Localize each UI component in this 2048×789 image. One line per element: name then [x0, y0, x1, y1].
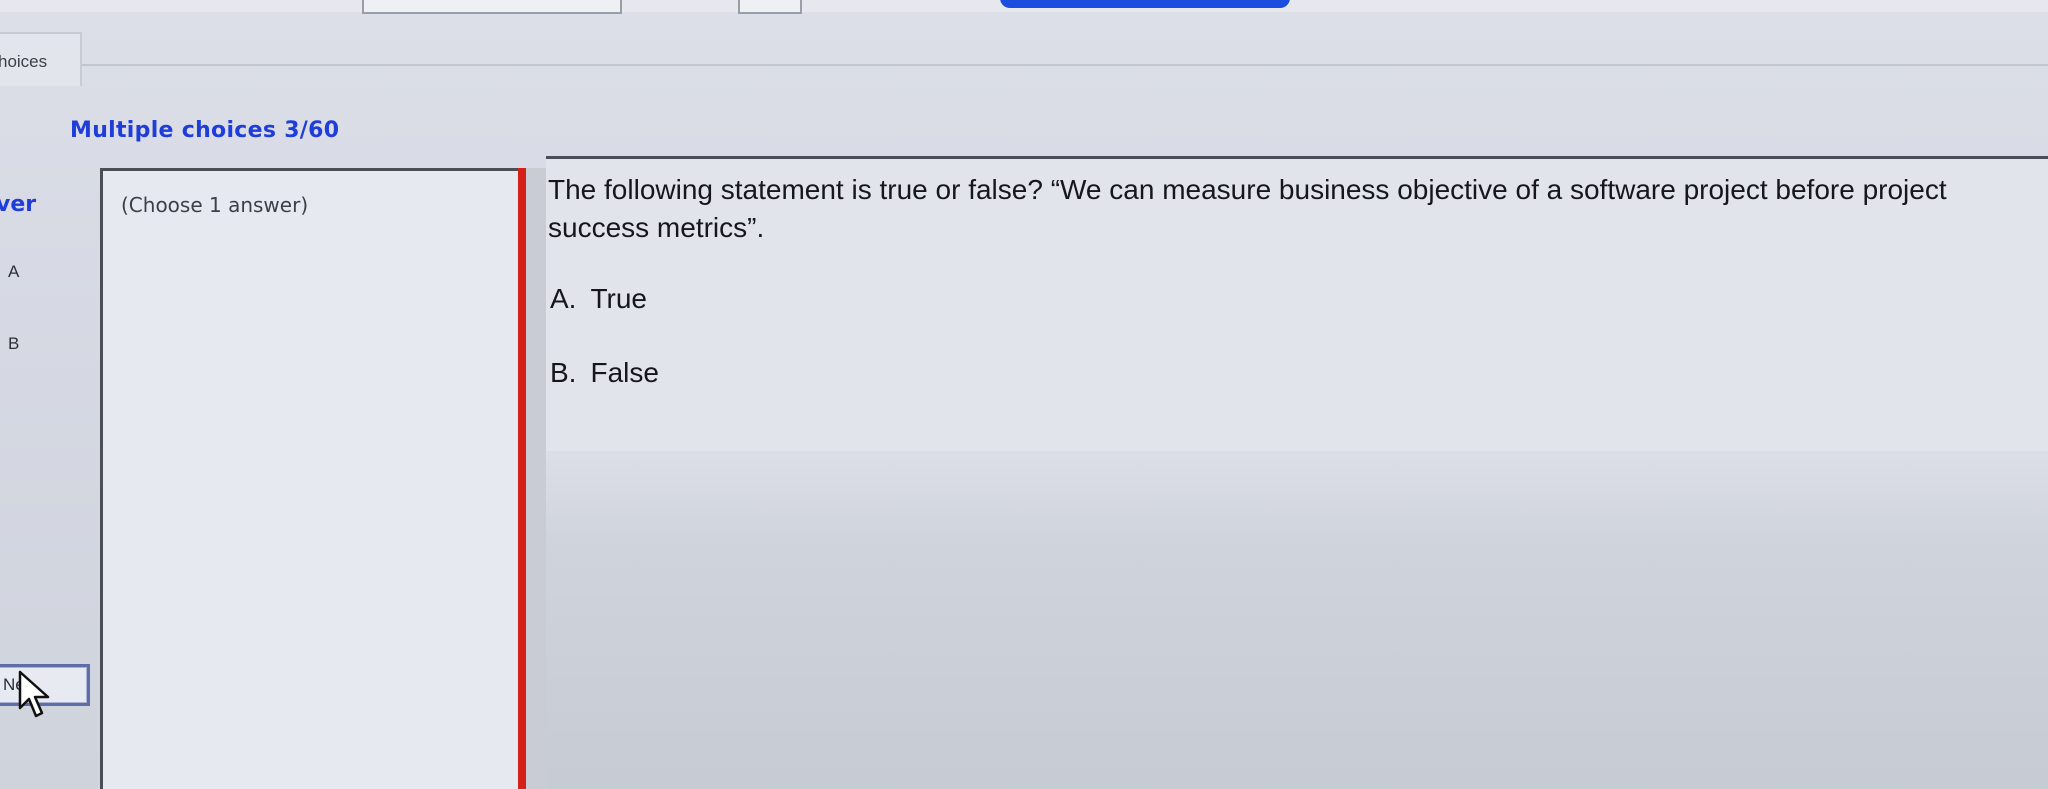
option-label: True — [590, 283, 648, 314]
arrow-cursor-icon — [18, 670, 50, 718]
header-logo — [1000, 0, 1290, 8]
instruction-text: (Choose 1 answer) — [121, 193, 309, 217]
top-small-input-field[interactable] — [738, 0, 802, 14]
option-letter: B. — [550, 357, 577, 388]
instruction-panel: (Choose 1 answer) — [100, 168, 521, 789]
option-a[interactable]: A. True — [550, 283, 647, 315]
option-letter: A. — [550, 283, 577, 314]
question-panel: The following statement is true or false… — [546, 156, 2048, 789]
answer-letter-a[interactable]: A — [8, 262, 19, 282]
panel-divider — [526, 168, 546, 789]
quiz-screen: hoices Multiple choices 3/60 ver A B Ne … — [0, 0, 2048, 789]
panel-divider-red — [518, 168, 526, 789]
section-title: Multiple choices 3/60 — [70, 118, 340, 143]
tab-choices[interactable]: hoices — [0, 32, 82, 86]
answer-letter-b[interactable]: B — [8, 334, 19, 354]
top-input-field[interactable] — [362, 0, 622, 14]
option-b[interactable]: B. False — [550, 357, 659, 389]
tab-bar — [0, 14, 2048, 66]
answer-column-header: ver — [0, 192, 37, 217]
question-block: The following statement is true or false… — [546, 159, 2048, 451]
question-text: The following statement is true or false… — [548, 174, 1947, 243]
option-label: False — [590, 357, 659, 388]
